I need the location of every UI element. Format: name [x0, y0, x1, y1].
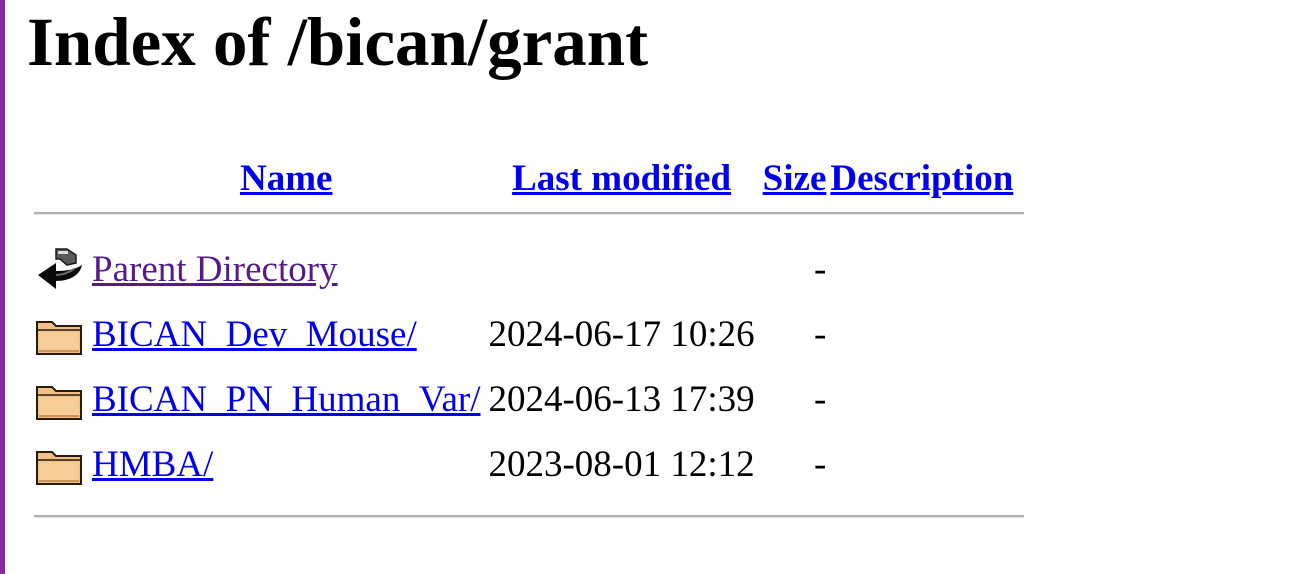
sort-by-description-link[interactable]: Description — [830, 158, 1013, 199]
name-column-header: Name — [88, 150, 484, 206]
description-cell — [830, 237, 1028, 302]
folder-link[interactable]: BICAN_PN_Human_Var/ — [92, 379, 480, 420]
size-cell: - — [814, 314, 827, 355]
description-cell — [830, 367, 1028, 432]
page-title: Index of /bican/grant — [27, 4, 649, 80]
description-cell — [830, 432, 1028, 497]
parent-directory-link[interactable]: Parent Directory — [92, 249, 338, 290]
sort-by-name-link[interactable]: Name — [240, 158, 332, 199]
folder-icon — [36, 320, 82, 355]
last-modified-cell: 2023-08-01 12:12 — [488, 444, 755, 485]
sort-by-size-link[interactable]: Size — [763, 158, 827, 199]
last-modified-cell: 2024-06-13 17:39 — [488, 379, 755, 420]
sort-by-last-modified-link[interactable]: Last modified — [512, 158, 731, 199]
folder-link[interactable]: HMBA/ — [92, 444, 213, 485]
last-modified-column-header: Last modified — [484, 150, 758, 206]
bottom-separator-row — [30, 509, 1028, 518]
description-cell — [830, 302, 1028, 367]
directory-listing: Name Last modified Size Description Pare… — [30, 150, 1028, 518]
last-modified-cell: 2024-06-17 10:26 — [488, 314, 755, 355]
table-row: BICAN_PN_Human_Var/ 2024-06-13 17:39 - — [30, 367, 1028, 432]
description-column-header: Description — [830, 150, 1028, 206]
size-column-header: Size — [759, 150, 831, 206]
folder-icon — [36, 385, 82, 420]
table-row: BICAN_Dev_Mouse/ 2024-06-17 10:26 - — [30, 302, 1028, 367]
icon-column-header — [30, 150, 88, 206]
size-cell: - — [814, 249, 827, 290]
table-row: HMBA/ 2023-08-01 12:12 - — [30, 432, 1028, 497]
table-row: Parent Directory - — [30, 237, 1028, 302]
top-separator-row — [30, 206, 1028, 215]
back-icon — [38, 247, 82, 289]
folder-icon — [36, 450, 82, 485]
size-cell: - — [814, 444, 827, 485]
bottom-separator — [34, 515, 1025, 518]
header-row: Name Last modified Size Description — [30, 150, 1028, 206]
size-cell: - — [814, 379, 827, 420]
window-left-edge — [0, 0, 5, 574]
folder-link[interactable]: BICAN_Dev_Mouse/ — [92, 314, 417, 355]
last-modified-cell — [484, 237, 758, 302]
